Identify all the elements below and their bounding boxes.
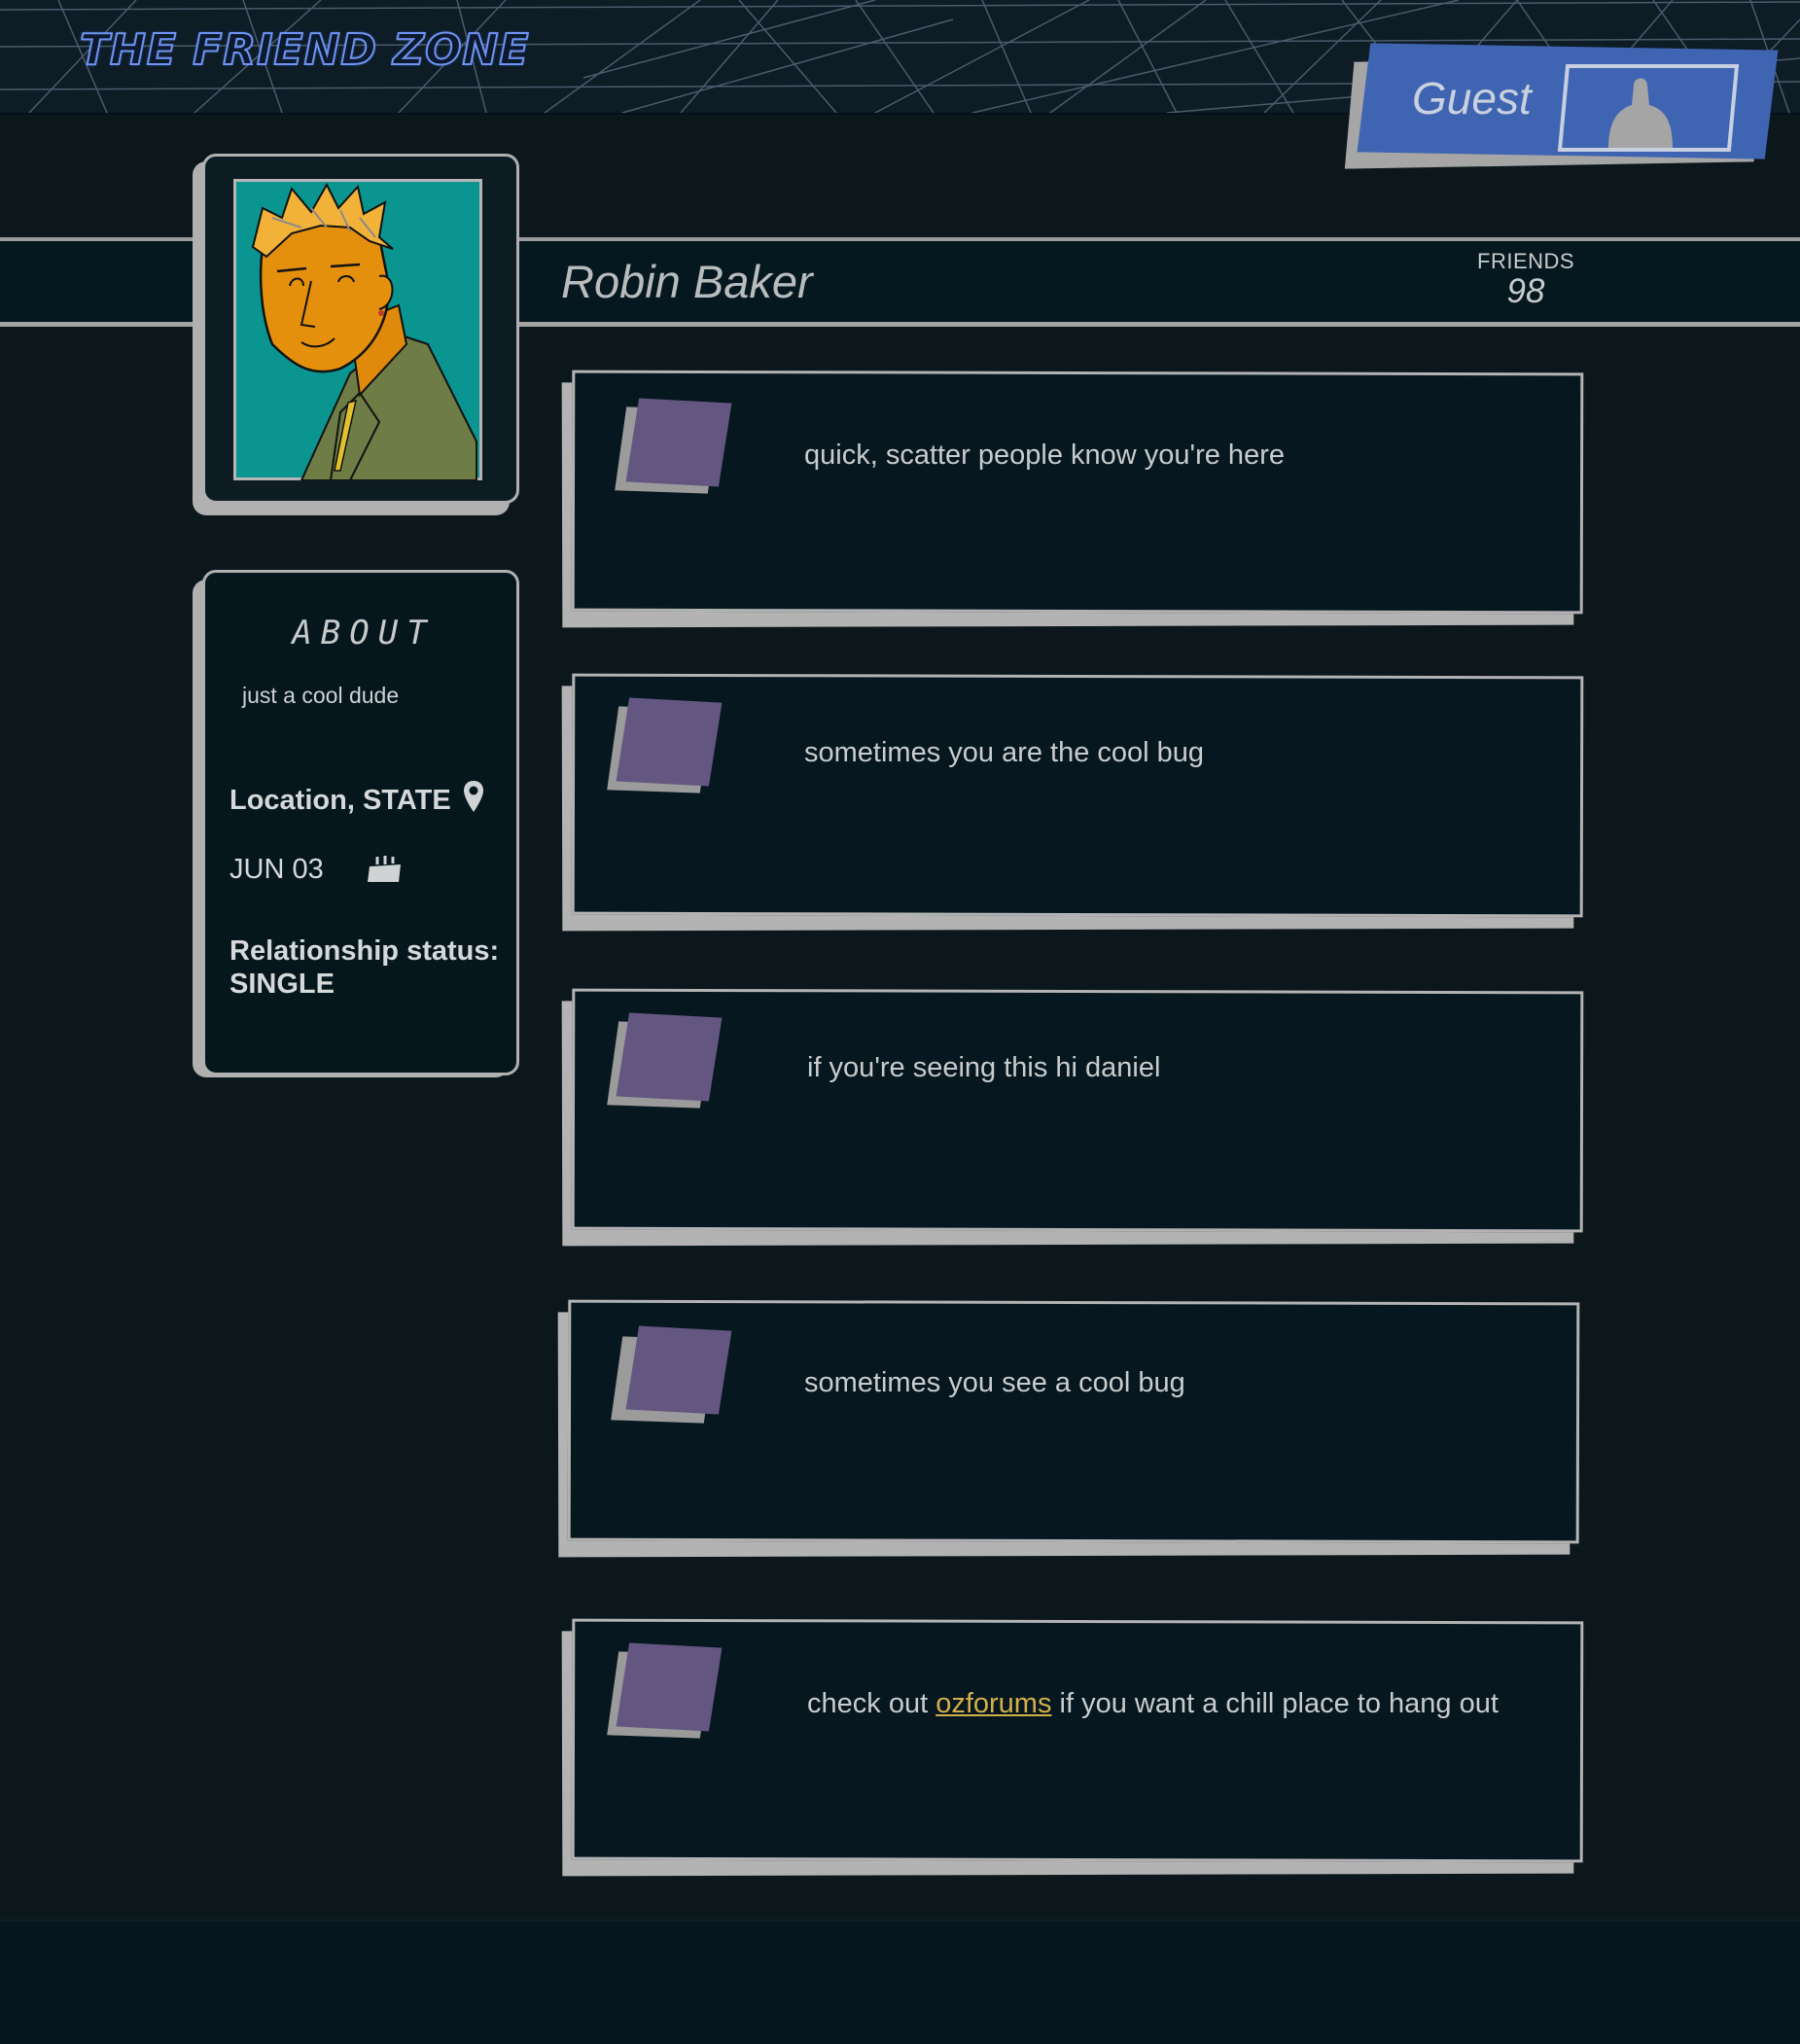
- friends-count[interactable]: 98: [1477, 272, 1574, 311]
- post-avatar[interactable]: [616, 1642, 723, 1732]
- birthday-cake-icon: [368, 856, 401, 882]
- post-card-body: [571, 988, 1584, 1233]
- about-card-body: ABOUT just a cool dude Location, STATE J…: [202, 570, 519, 1075]
- post-card-body: [571, 1618, 1584, 1863]
- user-silhouette-icon: [1558, 64, 1740, 152]
- about-location: Location, STATE: [229, 785, 451, 816]
- map-pin-icon: [464, 781, 483, 812]
- post-card: quick, scatter people know you're here: [561, 370, 1585, 628]
- guest-account-button[interactable]: Guest: [1344, 43, 1779, 169]
- post-card-body: [571, 673, 1584, 918]
- post-card: sometimes you are the cool bug: [561, 673, 1585, 932]
- profile-name: Robin Baker: [561, 256, 813, 307]
- about-birthday: JUN 03: [229, 854, 324, 885]
- about-relationship: Relationship status: SINGLE: [229, 934, 499, 1001]
- post-avatar[interactable]: [625, 398, 732, 487]
- post-text: sometimes you are the cool bug: [804, 737, 1205, 768]
- post-text: check out ozforums if you want a chill p…: [807, 1686, 1527, 1722]
- post-text: quick, scatter people know you're here: [804, 440, 1285, 471]
- post-card: if you're seeing this hi daniel: [561, 988, 1585, 1247]
- post-text: if you're seeing this hi daniel: [807, 1052, 1161, 1083]
- post-avatar[interactable]: [616, 1012, 723, 1102]
- relationship-label: Relationship status:: [229, 935, 500, 967]
- post-card: sometimes you see a cool bug: [557, 1299, 1581, 1558]
- post-text-before: check out: [807, 1688, 936, 1719]
- guest-label: Guest: [1412, 73, 1532, 123]
- page-footer: [0, 1920, 1800, 2044]
- profile-portrait-card: [193, 154, 521, 515]
- about-heading: ABOUT: [292, 614, 436, 652]
- post-card: check out ozforums if you want a chill p…: [561, 1618, 1585, 1877]
- ozforums-link[interactable]: ozforums: [935, 1688, 1051, 1719]
- friends-label: FRIENDS: [1477, 249, 1575, 273]
- post-avatar[interactable]: [616, 697, 723, 787]
- about-bio: just a cool dude: [242, 683, 400, 708]
- profile-portrait[interactable]: [233, 179, 482, 480]
- site-logo[interactable]: THE FRIEND ZONE: [79, 24, 529, 76]
- relationship-value: SINGLE: [229, 969, 335, 1000]
- post-avatar[interactable]: [625, 1325, 732, 1415]
- about-card: ABOUT just a cool dude Location, STATE J…: [193, 570, 521, 1077]
- post-text: sometimes you see a cool bug: [804, 1367, 1185, 1398]
- post-text-after: if you want a chill place to hang out: [1051, 1688, 1499, 1719]
